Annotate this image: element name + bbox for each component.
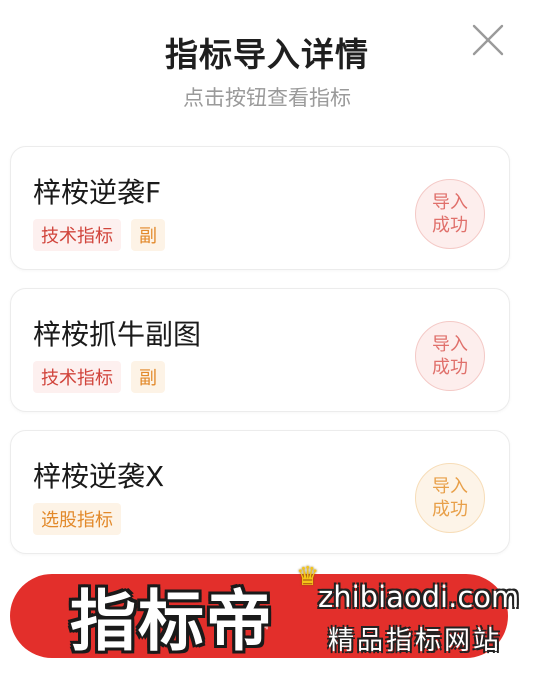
watermark-url: zhibiaodi.com: [318, 580, 520, 614]
subchart-tag: 副: [131, 219, 165, 251]
status-line: 成功: [432, 499, 468, 520]
close-button[interactable]: [470, 22, 506, 58]
indicator-name: 梓桉逆袭F: [33, 176, 162, 209]
watermark-logo-text: 指标帝: [70, 583, 274, 660]
status-line: 导入: [432, 192, 468, 213]
status-line: 成功: [432, 357, 468, 378]
type-tag: 技术指标: [33, 219, 121, 251]
indicator-name: 梓桉抓牛副图: [33, 318, 202, 351]
crown-icon: ♛: [296, 562, 320, 592]
tag-list: 技术指标 副: [33, 219, 165, 251]
tag-list: 技术指标 副: [33, 361, 165, 393]
status-line: 成功: [432, 215, 468, 236]
type-tag: 选股指标: [33, 503, 121, 535]
indicator-card[interactable]: 梓桉抓牛副图 技术指标 副 导入 成功: [10, 288, 510, 412]
type-tag: 技术指标: [33, 361, 121, 393]
status-line: 导入: [432, 476, 468, 497]
watermark-slogan: 精品指标网站: [328, 626, 503, 656]
dialog-header: 指标导入详情 点击按钮查看指标: [0, 0, 534, 120]
status-line: 导入: [432, 334, 468, 355]
import-status-badge: 导入 成功: [415, 179, 485, 249]
indicator-card[interactable]: 梓桉逆袭F 技术指标 副 导入 成功: [10, 146, 510, 270]
tag-list: 选股指标: [33, 503, 121, 535]
import-status-badge: 导入 成功: [415, 321, 485, 391]
close-icon[interactable]: [470, 22, 506, 58]
dialog-title: 指标导入详情: [165, 35, 369, 74]
subchart-tag: 副: [131, 361, 165, 393]
dialog-subtitle: 点击按钮查看指标: [183, 86, 351, 110]
import-status-badge: 导入 成功: [415, 463, 485, 533]
indicator-name: 梓桉逆袭X: [33, 460, 165, 493]
indicator-card[interactable]: 梓桉逆袭X 选股指标 导入 成功: [10, 430, 510, 554]
